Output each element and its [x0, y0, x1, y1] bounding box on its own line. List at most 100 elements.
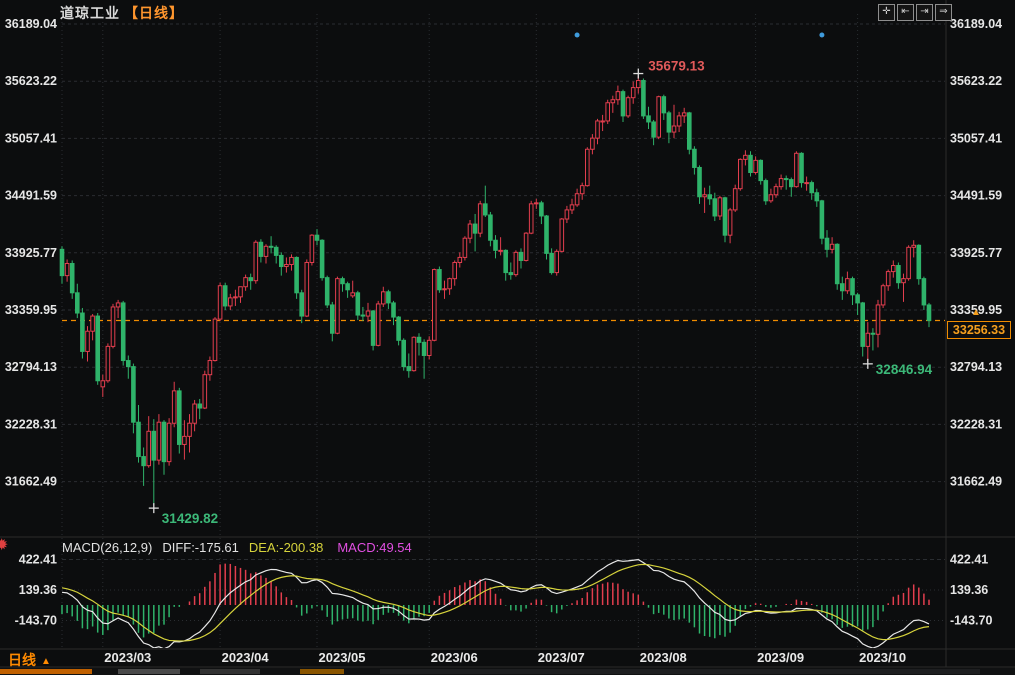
candle: [835, 244, 839, 283]
price-axis-label-left: 33925.77: [5, 246, 57, 260]
candle: [606, 103, 610, 121]
bottom-tabs-strip[interactable]: [0, 668, 1015, 675]
candle: [881, 286, 885, 305]
candle: [591, 138, 595, 149]
candle: [672, 126, 676, 132]
candle: [698, 167, 702, 196]
event-marker-dot[interactable]: [819, 33, 824, 38]
candle: [305, 262, 309, 316]
bottom-tab-fragment[interactable]: [118, 669, 180, 674]
candle: [387, 292, 391, 303]
candle: [315, 235, 319, 240]
period-selector[interactable]: 日线▲: [8, 650, 51, 670]
candle: [601, 121, 605, 122]
compress-right-icon[interactable]: ⇥: [916, 4, 933, 21]
event-marker-dot[interactable]: [575, 33, 580, 38]
candle: [652, 122, 656, 137]
candle: [693, 149, 697, 167]
period-selector-arrow-icon: ▲: [41, 656, 51, 667]
candle: [897, 266, 901, 283]
candle: [290, 257, 294, 264]
candle: [127, 361, 131, 367]
candle: [631, 88, 635, 98]
candle: [188, 423, 192, 436]
candle: [657, 97, 661, 137]
candle: [463, 238, 467, 257]
candle: [320, 240, 324, 277]
candlestick-chart-canvas[interactable]: 36189.0436189.0435623.2235623.2235057.41…: [0, 0, 1015, 675]
bottom-tab-fragment: [380, 669, 980, 674]
price-axis-label-left: 35057.41: [5, 131, 57, 145]
candle: [458, 257, 462, 262]
macd-axis-label-left: -143.70: [15, 613, 57, 627]
bottom-tab-fragment[interactable]: [300, 669, 344, 674]
macd-axis-label-left: 139.36: [19, 583, 57, 597]
price-axis-label-left: 33359.95: [5, 303, 57, 317]
candle: [162, 422, 166, 461]
low-annotation: 31429.82: [162, 511, 218, 526]
price-axis-label-right: 31662.49: [950, 475, 1002, 489]
candle: [208, 361, 212, 375]
candle: [468, 224, 472, 238]
candle: [611, 100, 615, 103]
pan-right-icon[interactable]: ⇒: [935, 4, 952, 21]
macd-macd-value: MACD:49.54: [337, 540, 411, 555]
price-axis-label-right: 36189.04: [950, 17, 1002, 31]
alert-icon[interactable]: ✹: [0, 535, 8, 555]
macd-axis-label-right: -143.70: [950, 613, 992, 627]
candle: [346, 284, 350, 290]
x-axis-label: 2023/04: [222, 650, 270, 665]
candle: [96, 316, 100, 381]
macd-params-label: MACD(26,12,9): [62, 540, 152, 555]
candle: [529, 204, 533, 233]
candle: [907, 247, 911, 278]
candle: [504, 250, 508, 272]
candle: [116, 303, 120, 307]
candle: [331, 305, 335, 333]
compress-left-icon[interactable]: ⇤: [897, 4, 914, 21]
candle: [642, 81, 646, 116]
candle: [65, 263, 69, 275]
candle: [70, 263, 74, 292]
candle: [376, 304, 380, 345]
candle: [800, 153, 804, 182]
candle: [667, 113, 671, 132]
candle: [570, 205, 574, 210]
bottom-tab-fragment[interactable]: [200, 669, 260, 674]
candle: [351, 293, 355, 296]
x-axis-label: 2023/10: [859, 650, 906, 665]
candle: [688, 113, 692, 149]
candle: [325, 278, 329, 305]
candle: [264, 246, 268, 256]
price-axis-label-right: 35623.22: [950, 74, 1002, 88]
crosshair-icon[interactable]: ✛: [878, 4, 895, 21]
high-annotation: 35679.13: [648, 59, 705, 74]
candle: [565, 210, 569, 219]
candle: [178, 391, 182, 445]
macd-header: MACD(26,12,9)DIFF:-175.61DEA:-200.38MACD…: [62, 540, 412, 555]
candle: [142, 457, 146, 466]
candle: [682, 113, 686, 116]
candle: [86, 331, 90, 351]
candle: [841, 284, 845, 291]
bottom-tab-fragment[interactable]: [0, 669, 92, 674]
candle: [106, 346, 110, 380]
candle: [825, 238, 829, 249]
price-up-arrow-icon: ▲: [971, 307, 981, 318]
candle: [540, 203, 544, 216]
candle: [749, 155, 753, 172]
annotations-layer: [149, 69, 873, 514]
candle: [402, 340, 406, 366]
chart-toolbar: ✛⇤⇥⇒: [878, 4, 952, 21]
candle: [779, 179, 783, 187]
candle: [514, 252, 518, 274]
candle: [774, 187, 778, 195]
candle: [269, 246, 273, 247]
candle: [336, 279, 340, 334]
candle: [213, 319, 217, 360]
candle: [295, 257, 299, 292]
candle: [60, 249, 64, 275]
candle: [203, 375, 207, 408]
candle: [274, 247, 278, 255]
candle: [535, 203, 539, 204]
